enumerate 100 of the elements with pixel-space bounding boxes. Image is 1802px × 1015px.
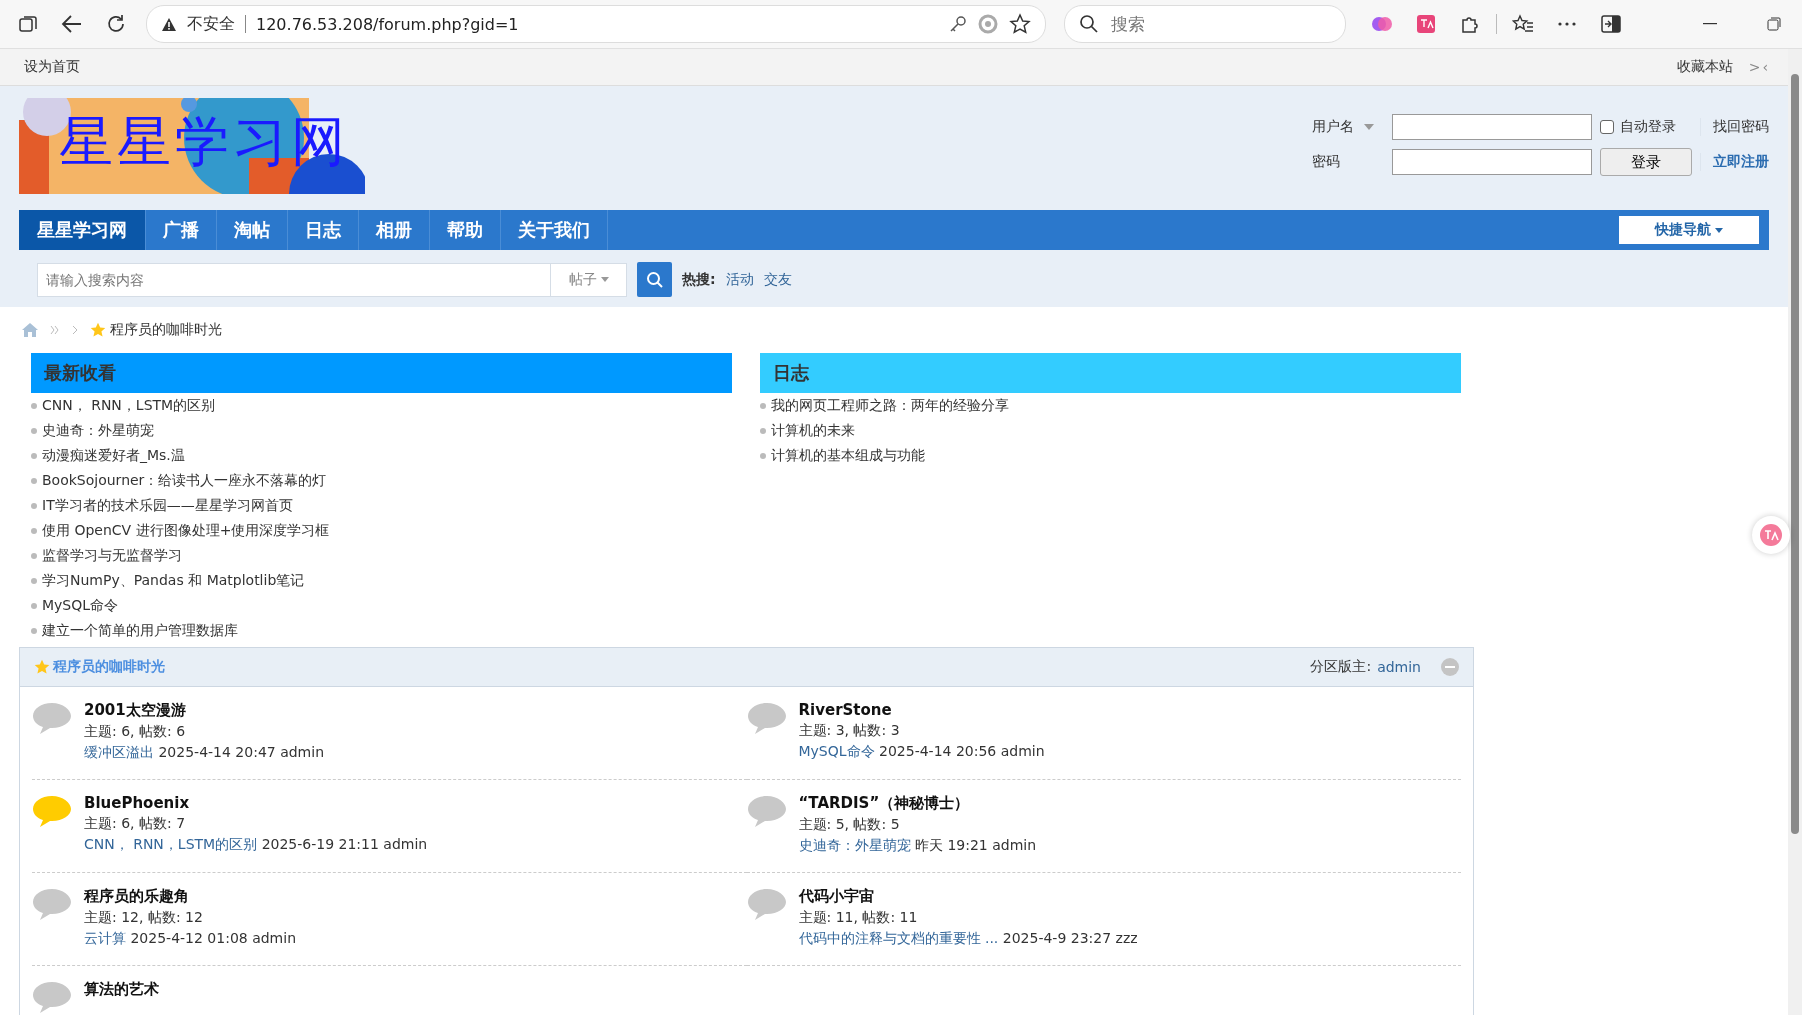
auto-login-checkbox[interactable] (1600, 120, 1614, 134)
moderator-label: 分区版主: (1310, 658, 1372, 676)
set-homepage-link[interactable]: 设为首页 (24, 58, 80, 76)
username-label: 用户名 (1312, 118, 1354, 136)
search-scope-dropdown[interactable]: 帖子 (550, 263, 626, 296)
browser-search-field[interactable]: 搜索 (1064, 5, 1346, 43)
last-post-link[interactable]: 缓冲区溢出 (84, 744, 154, 760)
key-icon[interactable] (949, 15, 967, 33)
forum-stats: 主题: 11, 帖数: 11 (798, 909, 919, 927)
last-post-link[interactable]: 代码中的注释与文档的重要性 ... (798, 930, 999, 946)
search-icon (645, 270, 664, 289)
bullet-icon (31, 502, 37, 509)
forum-stats: 主题: 6, 帖数: 7 (84, 815, 187, 833)
forum-name[interactable]: BluePhoenix (84, 794, 428, 812)
register-link[interactable]: 立即注册 (1700, 153, 1769, 171)
search-field[interactable]: 请输入搜索内容 帖子 (37, 262, 627, 297)
post-link[interactable]: 计算机的未来 (771, 421, 855, 440)
last-post-link[interactable]: 云计算 (84, 930, 126, 946)
last-post-info: 2025-4-14 20:47 admin (158, 744, 325, 760)
nav-tab[interactable]: 日志 (288, 210, 359, 250)
post-link[interactable]: 动漫痴迷爱好者_Ms.温 (42, 446, 185, 465)
hot-search-link[interactable]: 活动 (725, 270, 754, 289)
bookmark-site-link[interactable]: 收藏本站 (1676, 58, 1733, 76)
bullet-icon (31, 577, 37, 584)
post-link[interactable]: 史迪奇：外星萌宠 (42, 421, 154, 440)
post-link[interactable]: 计算机的基本组成与功能 (771, 446, 925, 465)
search-button[interactable] (637, 262, 672, 297)
caret-icon (1715, 227, 1723, 233)
quick-nav-button[interactable]: 快捷导航 (1619, 216, 1759, 244)
nav-tab[interactable]: 帮助 (430, 210, 501, 250)
forum-stats: 主题: 6, 帖数: 6 (84, 723, 187, 741)
post-link[interactable]: 使用 OpenCV 进行图像处理+使用深度学习框 (42, 521, 330, 540)
search-icon (1079, 14, 1099, 34)
bullet-icon (760, 402, 766, 409)
panel-header: 最新收看 (31, 353, 732, 393)
moderator-link[interactable]: admin (1377, 659, 1421, 675)
nav-tab[interactable]: 星星学习网 (19, 210, 146, 250)
hot-search-label: 热搜: (682, 270, 716, 289)
breadcrumb-link[interactable]: 程序员的咖啡时光 (110, 321, 222, 339)
auto-login-label: 自动登录 (1620, 118, 1676, 136)
password-field[interactable] (1392, 149, 1592, 175)
bullet-icon (31, 452, 37, 459)
forum-name[interactable]: 程序员的乐趣角 (84, 887, 297, 906)
post-link[interactable]: 我的网页工程师之路：两年的经验分享 (771, 396, 1009, 415)
warning-icon (161, 16, 177, 32)
search-placeholder: 搜索 (1111, 12, 1145, 36)
last-post-link[interactable]: CNN， RNN，LSTM的区别 (84, 836, 258, 852)
address-bar[interactable]: 不安全 120.76.53.208/forum.php?gid=1 (146, 5, 1046, 43)
last-post-link[interactable]: 史迪奇：外星萌宠 (798, 837, 911, 853)
dropdown-icon[interactable] (1364, 124, 1374, 130)
bullet-icon (31, 602, 37, 609)
forgot-password-link[interactable]: 找回密码 (1700, 118, 1769, 136)
login-button[interactable]: 登录 (1600, 148, 1692, 176)
double-chevron-icon (50, 326, 60, 334)
password-label: 密码 (1312, 153, 1340, 171)
bullet-icon (31, 402, 37, 409)
post-link[interactable]: 学习NumPy、Pandas 和 Matplotlib笔记 (42, 571, 305, 590)
username-field[interactable] (1392, 114, 1592, 140)
forum-name[interactable]: RiverStone (798, 701, 1045, 719)
post-link[interactable]: 建立一个简单的用户管理数据库 (42, 621, 238, 640)
last-post-link[interactable]: MySQL命令 (798, 743, 875, 759)
nav-tab[interactable]: 相册 (359, 210, 430, 250)
bullet-icon (760, 427, 766, 434)
last-post-info: 昨天 19:21 admin (914, 837, 1037, 853)
post-link[interactable]: IT学习者的技术乐园——星星学习网首页 (42, 496, 293, 515)
post-link[interactable]: 监督学习与无监督学习 (42, 546, 182, 565)
nav-tab[interactable]: 淘帖 (217, 210, 288, 250)
url-text: 120.76.53.208/forum.php?gid=1 (256, 14, 519, 34)
nav-tab[interactable]: 广播 (146, 210, 217, 250)
forum-name[interactable]: 代码小宇宙 (798, 887, 1138, 906)
forum-stats: 主题: 3, 帖数: 3 (798, 722, 901, 740)
post-link[interactable]: MySQL命令 (42, 596, 119, 615)
post-link[interactable]: CNN， RNN，LSTM的区别 (42, 396, 216, 415)
scrollbar[interactable] (1788, 49, 1802, 1015)
star-icon (34, 659, 50, 675)
caret-icon (600, 277, 609, 282)
home-icon[interactable] (22, 323, 38, 337)
security-label: 不安全 (187, 13, 235, 35)
hot-search-link[interactable]: 交友 (763, 270, 792, 289)
forum-stats: 主题: 5, 帖数: 5 (798, 816, 901, 834)
forum-name[interactable]: 2001太空漫游 (84, 701, 325, 720)
bullet-icon (31, 527, 37, 534)
translate-float-icon[interactable] (1752, 516, 1790, 554)
last-post-info: 2025-4-9 23:27 zzz (1002, 930, 1138, 946)
chevron-icon (72, 326, 78, 334)
nav-tab[interactable]: 关于我们 (501, 210, 608, 250)
star-icon[interactable] (1009, 13, 1031, 35)
last-post-info: 2025-4-14 20:56 admin (879, 743, 1045, 759)
forum-stats: 主题: 12, 帖数: 12 (84, 909, 204, 927)
bullet-icon (31, 477, 37, 484)
bullet-icon (760, 452, 766, 459)
bullet-icon (31, 427, 37, 434)
post-link[interactable]: BookSojourner：给读书人一座永不落幕的灯 (42, 471, 327, 490)
forum-name[interactable]: “TARDIS”（神秘博士） (798, 794, 1037, 813)
bullet-icon (31, 627, 37, 634)
star-icon (90, 322, 106, 338)
bullet-icon (31, 552, 37, 559)
forum-name[interactable]: 算法的艺术 (84, 980, 159, 999)
last-post-info: 2025-4-12 01:08 admin (130, 930, 297, 946)
panel-header: 日志 (760, 353, 1461, 393)
